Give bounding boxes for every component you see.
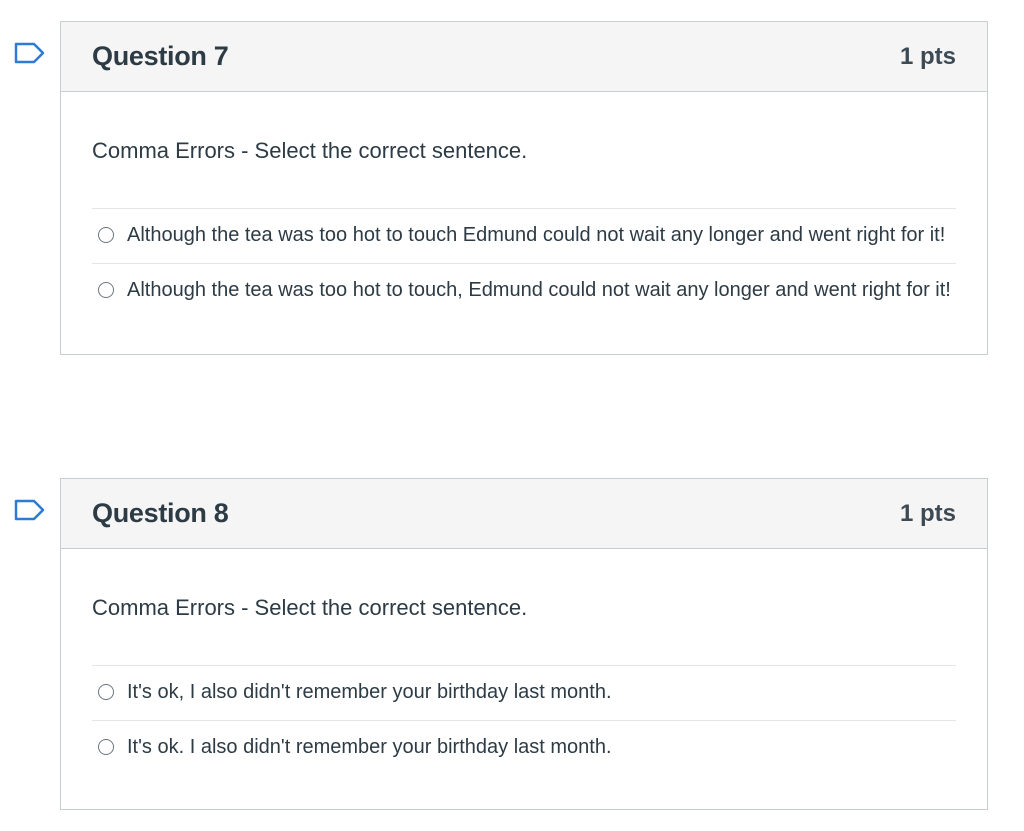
question-prompt: Comma Errors - Select the correct senten… xyxy=(92,138,528,163)
question-points: 1 pts xyxy=(899,499,956,527)
question-7: Question 7 1 pts Comma Errors - Select t… xyxy=(14,21,988,355)
answer-list: It's ok, I also didn't remember your bir… xyxy=(92,665,956,775)
question-title: Question 7 xyxy=(92,41,229,71)
radio-button[interactable] xyxy=(98,739,114,755)
question-8: Question 8 1 pts Comma Errors - Select t… xyxy=(14,478,988,810)
question-body: Comma Errors - Select the correct senten… xyxy=(61,549,987,809)
answer-option[interactable]: Although the tea was too hot to touch, E… xyxy=(92,264,956,318)
answer-label: It's ok. I also didn't remember your bir… xyxy=(127,736,612,758)
answer-label: It's ok, I also didn't remember your bir… xyxy=(127,681,612,703)
question-card: Question 7 1 pts Comma Errors - Select t… xyxy=(60,21,988,355)
answer-option[interactable]: Although the tea was too hot to touch Ed… xyxy=(92,209,956,264)
answer-list: Although the tea was too hot to touch Ed… xyxy=(92,208,956,318)
flag-question-icon[interactable] xyxy=(14,499,46,521)
answer-label: Although the tea was too hot to touch Ed… xyxy=(127,224,946,246)
question-header: Question 7 1 pts xyxy=(61,22,987,92)
answer-option[interactable]: It's ok, I also didn't remember your bir… xyxy=(92,666,956,721)
question-card: Question 8 1 pts Comma Errors - Select t… xyxy=(60,478,988,810)
question-points: 1 pts xyxy=(899,42,956,70)
question-body: Comma Errors - Select the correct senten… xyxy=(61,92,987,354)
radio-button[interactable] xyxy=(98,282,114,298)
question-prompt: Comma Errors - Select the correct senten… xyxy=(92,595,528,620)
flag-question-icon[interactable] xyxy=(14,42,46,64)
answer-label: Although the tea was too hot to touch, E… xyxy=(127,279,951,301)
radio-button[interactable] xyxy=(98,684,114,700)
answer-option[interactable]: It's ok. I also didn't remember your bir… xyxy=(92,721,956,775)
radio-button[interactable] xyxy=(98,227,114,243)
question-header: Question 8 1 pts xyxy=(61,479,987,549)
question-title: Question 8 xyxy=(92,498,229,528)
